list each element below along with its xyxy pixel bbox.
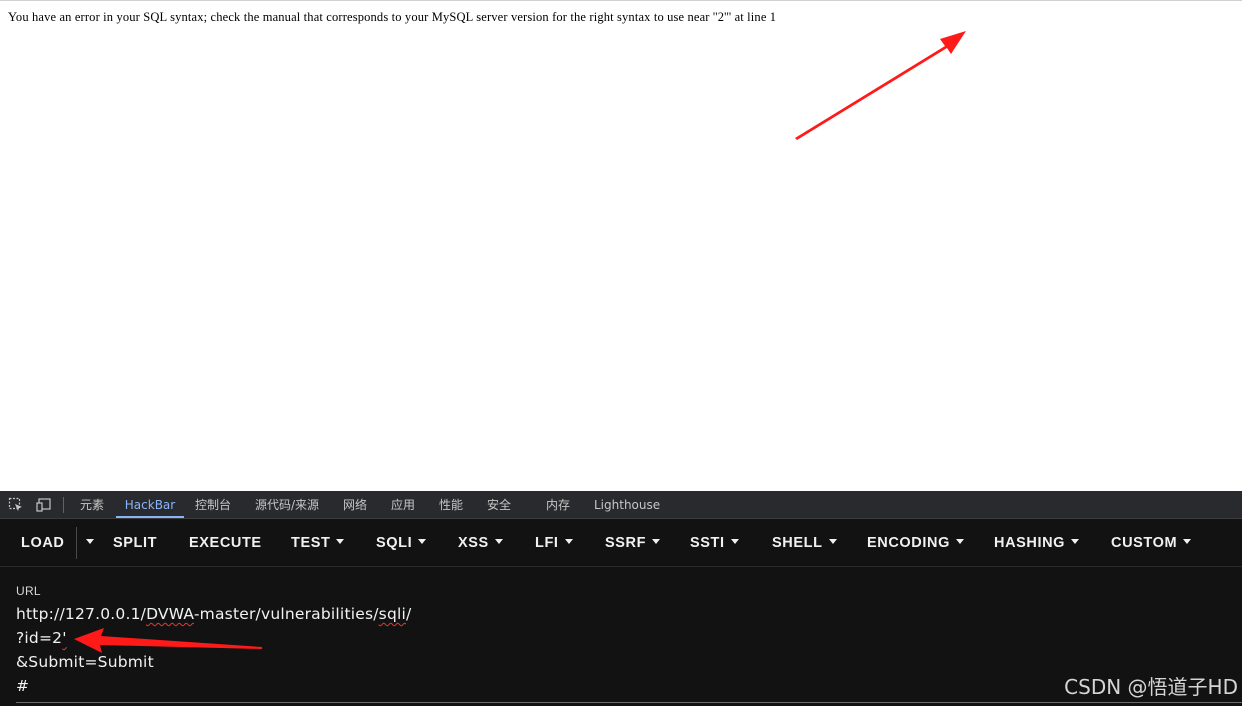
lfi-menu-button[interactable]: LFI <box>535 519 573 567</box>
dropdown-caret-icon <box>730 538 739 544</box>
url-path-mid: -master/vulnerabilities/ <box>193 605 379 623</box>
hashing-label: HASHING <box>994 535 1066 551</box>
url-line-submit[interactable]: &Submit=Submit <box>16 653 154 671</box>
url-line-hash[interactable]: # <box>16 677 29 695</box>
sqli-label: SQLI <box>376 535 413 551</box>
hackbar-url-panel: URL http://127.0.0.1/DVWA-master/vulnera… <box>0 567 1242 706</box>
url-path-dvwa: DVWA <box>146 605 194 623</box>
device-toolbar-icon[interactable] <box>36 497 52 513</box>
shell-menu-button[interactable]: SHELL <box>772 519 837 567</box>
devtools-panel: 元素 HackBar 控制台 源代码/来源 网络 应用 性能 安全 内存 Lig… <box>0 491 1242 706</box>
tab-performance[interactable]: 性能 <box>433 491 469 518</box>
ssti-menu-button[interactable]: SSTI <box>690 519 739 567</box>
url-field-underline <box>16 702 1242 703</box>
dropdown-caret-icon <box>418 538 427 544</box>
shell-label: SHELL <box>772 535 823 551</box>
tabbar-divider <box>63 497 64 513</box>
tab-hackbar[interactable]: HackBar <box>116 491 184 518</box>
dropdown-caret-icon <box>1183 538 1192 544</box>
tab-application[interactable]: 应用 <box>385 491 421 518</box>
test-label: TEST <box>291 535 331 551</box>
load-divider <box>76 527 77 559</box>
browser-page: You have an error in your SQL syntax; ch… <box>0 0 1242 491</box>
dropdown-caret-icon <box>86 538 94 544</box>
custom-label: CUSTOM <box>1111 535 1178 551</box>
ssrf-menu-button[interactable]: SSRF <box>605 519 661 567</box>
tab-console[interactable]: 控制台 <box>189 491 237 518</box>
encoding-menu-button[interactable]: ENCODING <box>867 519 964 567</box>
dropdown-caret-icon <box>564 538 573 544</box>
tab-lighthouse[interactable]: Lighthouse <box>588 491 666 518</box>
xss-label: XSS <box>458 535 489 551</box>
tab-security[interactable]: 安全 <box>481 491 517 518</box>
url-host: http://127.0.0.1/ <box>16 605 147 623</box>
url-path-sqli: sqli <box>378 605 406 623</box>
tab-elements[interactable]: 元素 <box>74 491 110 518</box>
tab-memory[interactable]: 内存 <box>540 491 576 518</box>
hackbar-toolbar: LOAD SPLIT EXECUTE TEST SQLI XSS LFI SSR… <box>0 519 1242 567</box>
ssti-label: SSTI <box>690 535 725 551</box>
test-menu-button[interactable]: TEST <box>291 519 345 567</box>
dropdown-caret-icon <box>494 538 503 544</box>
url-query-quote: ' <box>62 629 67 647</box>
load-button[interactable]: LOAD <box>21 519 64 567</box>
dropdown-caret-icon <box>652 538 661 544</box>
url-line-query[interactable]: ?id=2' <box>16 629 67 647</box>
tab-sources[interactable]: 源代码/来源 <box>249 491 325 518</box>
devtools-tabbar: 元素 HackBar 控制台 源代码/来源 网络 应用 性能 安全 内存 Lig… <box>0 491 1242 519</box>
split-button[interactable]: SPLIT <box>113 519 157 567</box>
encoding-label: ENCODING <box>867 535 950 551</box>
url-path-end: / <box>406 605 412 623</box>
dropdown-caret-icon <box>1071 538 1080 544</box>
sql-error-message: You have an error in your SQL syntax; ch… <box>8 10 777 24</box>
dropdown-caret-icon <box>828 538 837 544</box>
csdn-watermark: CSDN @悟道子HD <box>1064 675 1238 699</box>
inspect-element-icon[interactable] <box>8 497 24 513</box>
url-field-label: URL <box>16 584 41 598</box>
hashing-menu-button[interactable]: HASHING <box>994 519 1080 567</box>
sqli-menu-button[interactable]: SQLI <box>376 519 427 567</box>
tab-network[interactable]: 网络 <box>337 491 373 518</box>
dropdown-caret-icon <box>336 538 345 544</box>
ssrf-label: SSRF <box>605 535 647 551</box>
execute-button[interactable]: EXECUTE <box>189 519 262 567</box>
load-dropdown-button[interactable] <box>80 519 94 567</box>
dropdown-caret-icon <box>955 538 964 544</box>
xss-menu-button[interactable]: XSS <box>458 519 503 567</box>
lfi-label: LFI <box>535 535 559 551</box>
url-line-base[interactable]: http://127.0.0.1/DVWA-master/vulnerabili… <box>16 605 411 623</box>
url-query-key: ?id=2 <box>16 629 63 647</box>
custom-menu-button[interactable]: CUSTOM <box>1111 519 1192 567</box>
